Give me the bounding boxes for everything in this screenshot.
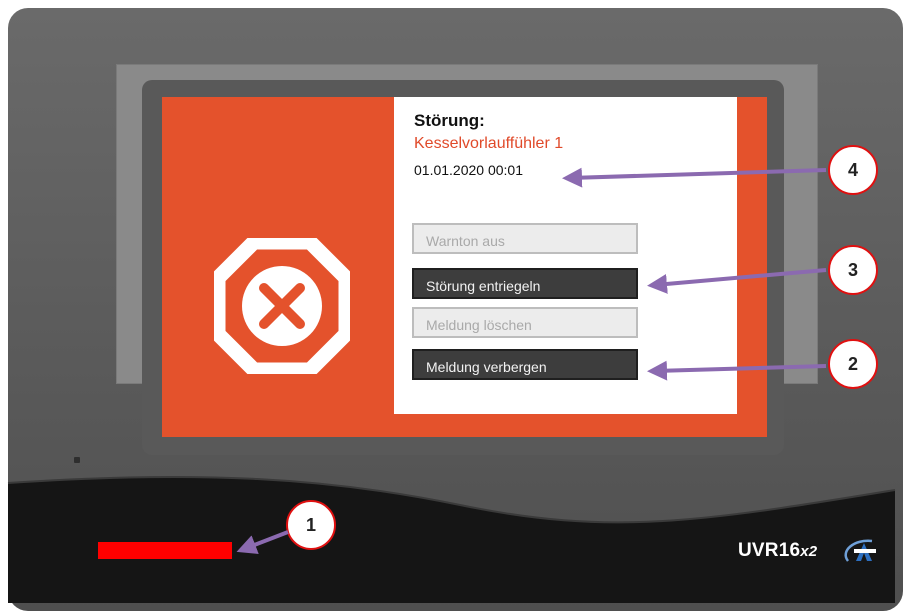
callout-3: 3 <box>828 245 878 295</box>
callout-1: 1 <box>286 500 336 550</box>
fault-unlock-button[interactable]: Störung entriegeln <box>412 268 638 299</box>
fault-sensor-name: Kesselvorlauffühler 1 <box>414 135 564 152</box>
ta-logo-icon <box>844 539 876 562</box>
status-led <box>98 542 232 559</box>
hide-message-button[interactable]: Meldung verbergen <box>412 349 638 380</box>
fault-dialog: Störung: Kesselvorlauffühler 1 01.01.202… <box>394 97 737 414</box>
stop-x-octagon-icon <box>214 238 350 374</box>
fault-timestamp: 01.01.2020 00:01 <box>414 162 523 178</box>
callout-2: 2 <box>828 339 878 389</box>
warning-tone-off-button: Warnton aus <box>412 223 638 254</box>
indicator-hole <box>74 457 80 463</box>
brand-label: UVR16x2 <box>738 540 818 561</box>
fault-title: Störung: <box>414 111 485 130</box>
delete-message-button: Meldung löschen <box>412 307 638 338</box>
callout-4: 4 <box>828 145 878 195</box>
